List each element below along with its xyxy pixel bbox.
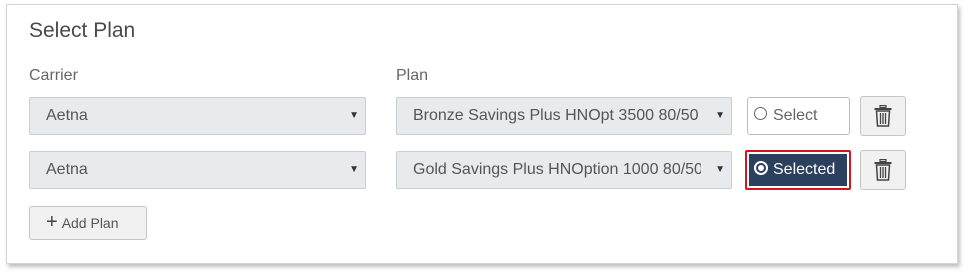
carrier-select-row-1[interactable]: Aetna ▼ — [29, 97, 366, 135]
select-button-label: Select — [773, 107, 818, 124]
caret-down-icon: ▼ — [349, 164, 359, 175]
plan-select-row-2[interactable]: Gold Savings Plus HNOption 1000 80/50 ▼ — [396, 151, 732, 189]
carrier-select-value: Aetna — [46, 161, 88, 178]
panel-title: Select Plan — [29, 19, 136, 42]
trash-icon — [874, 159, 892, 181]
carrier-select-row-2[interactable]: Aetna ▼ — [29, 151, 366, 189]
plus-icon: + — [46, 211, 58, 234]
plan-select-value: Bronze Savings Plus HNOpt 3500 80/50 — [413, 107, 699, 124]
select-plan-button-row-1[interactable]: Select — [747, 97, 850, 135]
carrier-select-value: Aetna — [46, 107, 88, 124]
plan-select-value: Gold Savings Plus HNOption 1000 80/50 — [413, 161, 701, 178]
delete-plan-button-row-1[interactable] — [860, 96, 906, 136]
radio-icon — [754, 107, 767, 121]
selected-plan-button-row-2[interactable]: Selected — [745, 150, 851, 190]
plan-column-label: Plan — [396, 67, 429, 84]
caret-down-icon: ▼ — [349, 110, 359, 121]
carrier-column-label: Carrier — [29, 67, 78, 84]
radio-checked-icon — [754, 160, 768, 175]
plan-select-row-1[interactable]: Bronze Savings Plus HNOpt 3500 80/50 ▼ — [396, 97, 732, 135]
selected-button-label: Selected — [773, 161, 836, 178]
add-plan-button[interactable]: + Add Plan — [29, 206, 147, 240]
caret-down-icon: ▼ — [715, 110, 725, 121]
select-plan-panel: Select Plan Carrier Plan Aetna ▼ Bronze … — [6, 4, 958, 264]
trash-icon — [874, 105, 892, 127]
caret-down-icon: ▼ — [715, 164, 725, 175]
add-plan-label: Add Plan — [61, 215, 119, 231]
delete-plan-button-row-2[interactable] — [860, 150, 906, 190]
